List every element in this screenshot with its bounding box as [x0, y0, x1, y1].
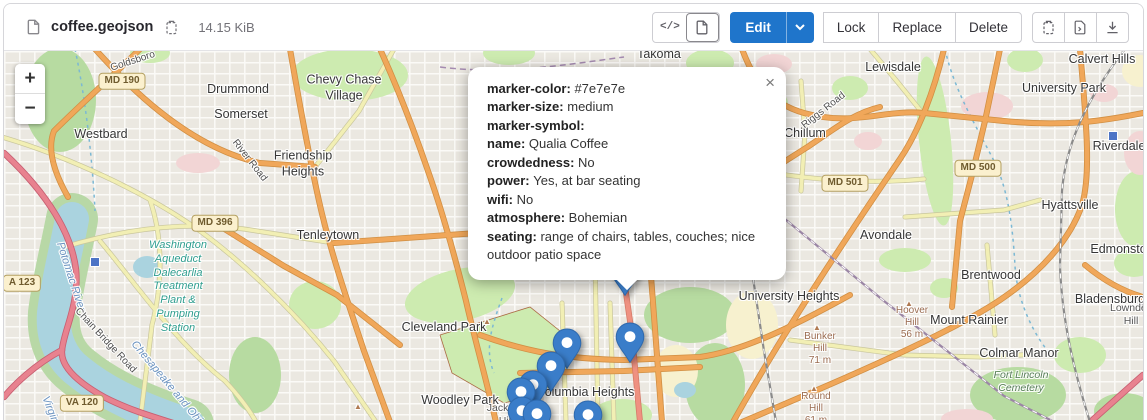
popup-property-row: crowdednessNo — [487, 154, 767, 172]
action-button[interactable]: Delete — [955, 12, 1022, 43]
popup-close-button[interactable]: × — [763, 72, 777, 93]
property-value: No — [578, 155, 595, 170]
property-value: Yes, at bar seating — [533, 173, 640, 188]
property-key: name — [487, 136, 529, 151]
document-icon — [695, 20, 710, 35]
zoom-out-button[interactable]: − — [15, 94, 45, 124]
property-key: atmosphere — [487, 210, 569, 225]
file-icon — [26, 19, 42, 35]
chevron-down-icon — [794, 22, 806, 32]
popup-property-row: marker-sizemedium — [487, 98, 767, 116]
property-key: marker-color — [487, 81, 574, 96]
property-value: Qualia Coffee — [529, 136, 608, 151]
open-raw-button[interactable] — [1064, 12, 1097, 43]
copy-contents-icon — [1041, 20, 1056, 35]
popup-property-row: seatingrange of chairs, tables, couches;… — [487, 228, 767, 265]
map-marker[interactable] — [615, 322, 645, 369]
popup-property-row: marker-color#7e7e7e — [487, 80, 767, 98]
popup-property-row: nameQualia Coffee — [487, 135, 767, 153]
property-key: crowdedness — [487, 155, 578, 170]
file-header: coffee.geojson 14.15 KiB </> — [4, 4, 1143, 51]
edit-button[interactable]: Edit — [730, 12, 786, 43]
file-icon-actions-group — [1032, 12, 1129, 43]
property-key: marker-symbol — [487, 118, 585, 133]
copy-contents-button[interactable] — [1032, 12, 1065, 43]
property-value: medium — [567, 99, 613, 114]
open-raw-icon — [1073, 20, 1088, 35]
popup-property-row: atmosphereBohemian — [487, 209, 767, 227]
view-code-button[interactable]: </> — [653, 13, 686, 42]
code-icon: </> — [660, 21, 680, 33]
file-size: 14.15 KiB — [198, 20, 254, 35]
property-key: power — [487, 173, 533, 188]
view-toggle-group: </> — [652, 12, 720, 43]
map-zoom-control: + − — [15, 64, 45, 124]
popup-property-row: wifiNo — [487, 191, 767, 209]
file-actions-group: LockReplaceDelete — [824, 12, 1022, 43]
map-marker[interactable] — [573, 400, 603, 420]
copy-to-clipboard-icon — [164, 20, 179, 35]
edit-dropdown-button[interactable] — [786, 12, 814, 43]
property-value: No — [517, 192, 534, 207]
edit-split-button: Edit — [730, 12, 814, 43]
map-marker[interactable] — [522, 399, 552, 420]
action-button[interactable]: Lock — [823, 12, 880, 43]
popup-property-row: marker-symbol — [487, 117, 767, 135]
popup-properties: marker-color#7e7e7emarker-sizemediummark… — [487, 80, 767, 265]
file-viewer-card: coffee.geojson 14.15 KiB </> — [3, 3, 1144, 420]
map-container[interactable]: DrummondChevy Chase VillageSomersetWestb… — [4, 51, 1143, 420]
download-button[interactable] — [1096, 12, 1129, 43]
action-button[interactable]: Replace — [878, 12, 956, 43]
property-key: wifi — [487, 192, 517, 207]
property-value: #7e7e7e — [574, 81, 625, 96]
zoom-in-button[interactable]: + — [15, 64, 45, 94]
view-preview-button[interactable] — [686, 13, 719, 42]
copy-file-path-button[interactable] — [162, 18, 181, 37]
popup-property-row: powerYes, at bar seating — [487, 172, 767, 190]
property-value: Bohemian — [569, 210, 628, 225]
property-key: seating — [487, 229, 540, 244]
download-icon — [1105, 20, 1120, 35]
file-name: coffee.geojson — [51, 19, 153, 35]
feature-popup: × marker-color#7e7e7emarker-sizemediumma… — [468, 67, 786, 280]
property-key: marker-size — [487, 99, 567, 114]
